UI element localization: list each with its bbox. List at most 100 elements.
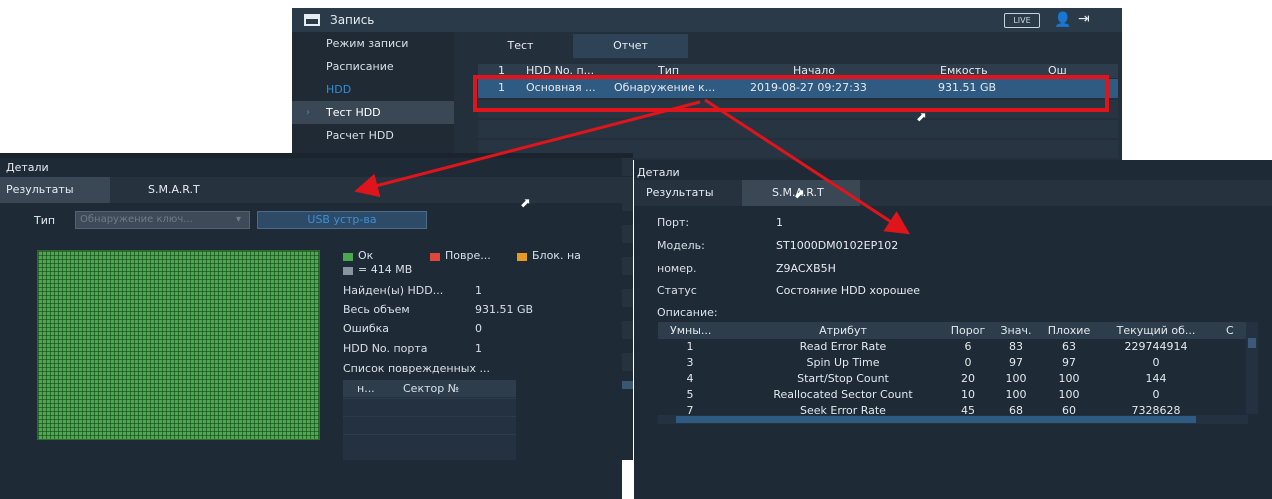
info-label: HDD No. порта [343, 342, 428, 355]
serial-value: Z9ACXB5H [776, 262, 836, 275]
table-cell: Start/Stop Count [797, 372, 889, 385]
logout-icon[interactable]: ⇥ [1078, 11, 1090, 27]
sidebar-item-hdd[interactable]: HDD [292, 78, 454, 101]
status-value: Состояние HDD хорошее [776, 284, 921, 297]
table-cell: 4 [686, 372, 694, 385]
table-header: н... Сектор № [343, 380, 516, 397]
record-window: Запись LIVE 👤 ⇥ Режим записи Расписание … [292, 8, 1122, 160]
table-cell: 229744914 [1124, 340, 1188, 353]
table-cell: 2019-08-27 09:27:33 [750, 81, 867, 94]
info-value: 0 [475, 322, 482, 335]
tab-smart[interactable]: S.M.A.R.T [110, 177, 230, 203]
edge-stub [622, 257, 633, 275]
table-cell: Read Error Rate [799, 340, 887, 353]
table-cell: 100 [1058, 372, 1080, 385]
table-cell: 0 [1152, 388, 1160, 401]
legend-block-size-swatch [343, 267, 353, 275]
usb-device-button[interactable]: USB устр-ва [257, 211, 427, 229]
col-header: Текущий об... [1116, 324, 1196, 337]
cursor-icon: ⬈ [794, 187, 805, 202]
legend-damaged-swatch [430, 253, 440, 261]
dialog-tabs: Результаты S.M.A.R.T [634, 180, 1272, 206]
info-label: Весь объем [343, 303, 410, 316]
cursor-icon: ⬈ [520, 196, 531, 211]
dialog-header-strip [0, 153, 633, 158]
details-dialog-results: Детали Результаты S.M.A.R.T Тип Обнаруже… [0, 153, 633, 499]
table-cell: 0 [1152, 356, 1160, 369]
smart-table: Умны... Атрибут Порог Знач. Плохие Текущ… [658, 322, 1258, 432]
col-header: Порог [950, 324, 986, 337]
table-cell: 100 [1005, 372, 1027, 385]
chevron-down-icon: ▾ [235, 214, 241, 225]
sidebar-item-label: Тест HDD [326, 106, 381, 119]
table-cell: 10 [961, 388, 975, 401]
col-header: HDD No. п... [526, 64, 595, 77]
tab-results[interactable]: Результаты [634, 180, 742, 206]
tab-test[interactable]: Тест [468, 34, 573, 58]
live-button[interactable]: LIVE [1004, 13, 1040, 28]
info-value: 1 [475, 284, 482, 297]
horizontal-scrollbar[interactable] [658, 415, 1248, 424]
cursor-icon: ⬈ [916, 110, 927, 125]
sidebar-item-hdd-test[interactable]: › Тест HDD [292, 101, 454, 124]
table-cell: 97 [1009, 356, 1023, 369]
tab-results[interactable]: Результаты [0, 177, 110, 203]
serial-label: номер. [657, 262, 697, 275]
info-label: Ошибка [343, 322, 390, 335]
title-bar: Запись LIVE 👤 ⇥ [292, 8, 1122, 32]
legend-damaged: Повре... [445, 249, 491, 262]
col-header: Емкость [940, 64, 988, 77]
col-header: Умны... [670, 324, 712, 337]
info-value: 931.51 GB [475, 303, 534, 316]
vertical-scrollbar[interactable] [1246, 322, 1258, 414]
table-cell: 5 [686, 388, 694, 401]
legend-blocked-swatch [517, 253, 527, 261]
legend-ok-swatch [343, 253, 353, 261]
edge-stub [622, 158, 633, 176]
dialog-title: Детали [6, 161, 49, 174]
description-label: Описание: [657, 306, 718, 319]
info-label: Найден(ы) HDD... [343, 284, 444, 297]
edge-stub [622, 321, 633, 339]
sidebar-item-record-mode[interactable]: Режим записи [292, 32, 454, 55]
table-row [343, 398, 516, 415]
scroll-thumb[interactable] [1248, 338, 1256, 348]
table-row[interactable]: 4 Start/Stop Count 20 100 100 144 [658, 372, 1248, 388]
sidebar-item-schedule[interactable]: Расписание [292, 55, 454, 78]
sidebar: Режим записи Расписание HDD › Тест HDD Р… [292, 32, 454, 160]
table-cell: 20 [961, 372, 975, 385]
col-header: Сектор № [403, 382, 460, 395]
details-dialog-smart: Детали Результаты S.M.A.R.T Порт: 1 Моде… [634, 160, 1272, 499]
user-icon[interactable]: 👤 [1054, 12, 1071, 28]
table-cell: 97 [1062, 356, 1076, 369]
legend-ok: Ок [358, 249, 374, 262]
col-header: Атрибут [819, 324, 867, 337]
type-select-value: Обнаружение ключ... [80, 214, 193, 225]
table-cell: 3 [686, 356, 694, 369]
sidebar-item-hdd-calc[interactable]: Расчет HDD [292, 124, 454, 147]
table-cell: 100 [1058, 388, 1080, 401]
table-cell: 1 [498, 81, 505, 94]
col-header: Плохие [1047, 324, 1091, 337]
scroll-thumb[interactable] [676, 416, 1196, 423]
table-cell: Основная ... [526, 81, 596, 94]
edge-stub [622, 381, 633, 389]
table-header: 1 HDD No. п... Тип Начало Емкость Ош [478, 64, 1118, 78]
table-row[interactable]: 1 Основная ... Обнаружение к... 2019-08-… [478, 79, 1118, 98]
legend-block-size: = 414 MB [358, 263, 413, 276]
type-select[interactable]: Обнаружение ключ... ▾ [75, 211, 250, 229]
col-header: Ош [1048, 64, 1067, 77]
model-label: Модель: [657, 239, 705, 252]
table-row [478, 100, 1118, 118]
tab-report[interactable]: Отчет [573, 34, 688, 58]
table-row[interactable]: 3 Spin Up Time 0 97 97 0 [658, 356, 1248, 372]
status-label: Статус [657, 284, 697, 297]
port-value: 1 [776, 216, 783, 229]
table-row[interactable]: 5 Reallocated Sector Count 10 100 100 0 [658, 388, 1248, 404]
table-cell: 63 [1062, 340, 1076, 353]
col-header: Тип [658, 64, 680, 77]
table-row [343, 434, 516, 451]
table-cell: 931.51 GB [938, 81, 997, 94]
bad-sector-list-title: Список поврежденных ... [343, 362, 490, 375]
table-row[interactable]: 1 Read Error Rate 6 83 63 229744914 [658, 340, 1248, 356]
